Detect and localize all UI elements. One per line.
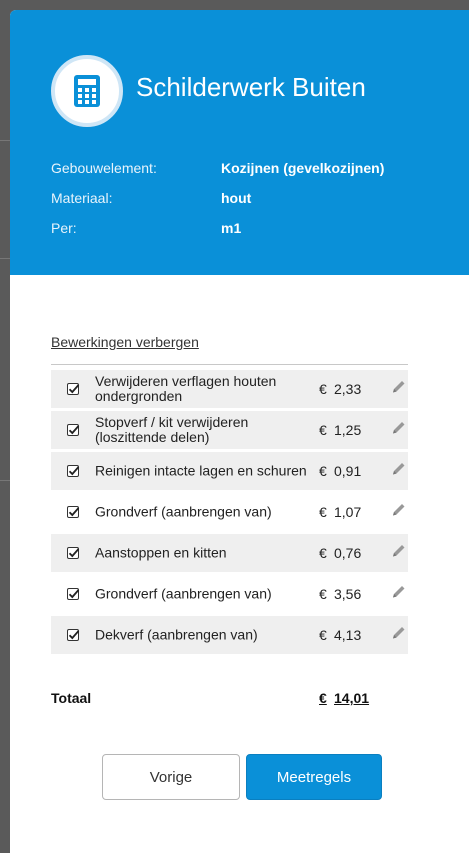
backdrop-divider (0, 258, 10, 259)
operation-row: Grondverf (aanbrengen van) € 1,07 (51, 493, 408, 534)
operation-checkbox[interactable] (67, 465, 80, 477)
operation-checkbox[interactable] (67, 383, 80, 395)
operation-row: Dekverf (aanbrengen van) € 4,13 (51, 616, 408, 657)
currency-symbol: € (319, 586, 327, 602)
operation-label: Dekverf (aanbrengen van) (95, 626, 258, 643)
operation-label: Grondverf (aanbrengen van) (95, 585, 272, 602)
info-value-building-element: Kozijnen (gevelkozijnen) (221, 160, 385, 176)
operation-checkbox[interactable] (67, 506, 80, 518)
operation-price: 1,25 (334, 422, 362, 438)
operations-list: Verwijderen verflagen houten ondergronde… (51, 370, 408, 657)
previous-button[interactable]: Vorige (102, 754, 240, 800)
operation-price: 1,07 (334, 504, 362, 520)
checkmark-icon (68, 507, 80, 517)
checkmark-icon (68, 589, 80, 599)
total-currency-symbol: € (319, 690, 327, 706)
calculation-modal: Schilderwerk Buiten Gebouwelement: Kozij… (10, 10, 469, 853)
edit-pencil-icon[interactable] (391, 502, 407, 523)
operation-row: Stopverf / kit verwijderen (loszittende … (51, 411, 408, 452)
backdrop-divider (0, 480, 10, 481)
section-divider (51, 364, 408, 365)
operation-label: Aanstoppen en kitten (95, 544, 227, 561)
operation-row: Aanstoppen en kitten € 0,76 (51, 534, 408, 575)
info-value-unit: m1 (221, 220, 242, 236)
toggle-operations-link[interactable]: Bewerkingen verbergen (51, 334, 199, 350)
edit-pencil-icon[interactable] (391, 584, 407, 605)
currency-symbol: € (319, 463, 327, 479)
operation-checkbox[interactable] (67, 547, 80, 559)
operation-label: Reinigen intacte lagen en schuren (95, 462, 307, 479)
operation-row: Verwijderen verflagen houten ondergronde… (51, 370, 408, 411)
calculator-icon (74, 75, 100, 107)
calculator-badge (51, 55, 123, 127)
operation-checkbox[interactable] (67, 424, 80, 436)
operation-price: 4,13 (334, 627, 362, 643)
info-label-material: Materiaal: (51, 190, 113, 206)
total-value: 14,01 (334, 690, 370, 706)
modal-header: Schilderwerk Buiten Gebouwelement: Kozij… (10, 10, 469, 275)
operation-price: 0,91 (334, 463, 362, 479)
info-label-unit: Per: (51, 220, 77, 236)
checkmark-icon (68, 466, 80, 476)
checkmark-icon (68, 425, 80, 435)
info-value-material: hout (221, 190, 252, 206)
edit-pencil-icon[interactable] (391, 461, 407, 482)
currency-symbol: € (319, 381, 327, 397)
edit-pencil-icon[interactable] (391, 625, 407, 646)
edit-pencil-icon[interactable] (391, 379, 407, 400)
operation-price: 3,56 (334, 586, 362, 602)
edit-pencil-icon[interactable] (391, 420, 407, 441)
checkmark-icon (68, 630, 80, 640)
measurements-button[interactable]: Meetregels (246, 754, 382, 800)
operation-row: Grondverf (aanbrengen van) € 3,56 (51, 575, 408, 616)
operation-label: Stopverf / kit verwijderen (loszittende … (95, 414, 249, 445)
currency-symbol: € (319, 422, 327, 438)
operation-checkbox[interactable] (67, 629, 80, 641)
total-label: Totaal (51, 690, 92, 706)
operation-label: Verwijderen verflagen houten ondergronde… (95, 373, 277, 404)
modal-title: Schilderwerk Buiten (136, 72, 366, 102)
info-label-building-element: Gebouwelement: (51, 160, 157, 176)
edit-pencil-icon[interactable] (391, 543, 407, 564)
operation-price: 2,33 (334, 381, 362, 397)
checkmark-icon (68, 548, 80, 558)
currency-symbol: € (319, 504, 327, 520)
operation-price: 0,76 (334, 545, 362, 561)
currency-symbol: € (319, 627, 327, 643)
checkmark-icon (68, 384, 80, 394)
operation-checkbox[interactable] (67, 588, 80, 600)
currency-symbol: € (319, 545, 327, 561)
operation-row: Reinigen intacte lagen en schuren € 0,91 (51, 452, 408, 493)
operation-label: Grondverf (aanbrengen van) (95, 503, 272, 520)
backdrop-divider (0, 140, 10, 141)
